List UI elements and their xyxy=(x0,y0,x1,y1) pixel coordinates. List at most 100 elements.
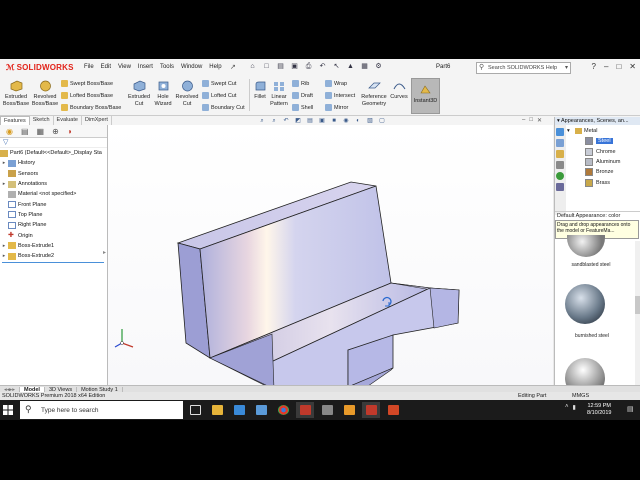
photos-app-icon[interactable] xyxy=(252,402,270,418)
status-units[interactable]: MMGS xyxy=(572,392,589,400)
file-properties-icon[interactable]: ▦ xyxy=(360,62,369,71)
configuration-manager-icon[interactable]: ▦ xyxy=(37,127,45,136)
options-icon[interactable]: ⚙ xyxy=(374,62,383,71)
edit-appearance-icon[interactable]: ◐ xyxy=(354,117,362,125)
open-icon[interactable]: ▤ xyxy=(276,62,285,71)
menu-insert[interactable]: Insert xyxy=(138,64,153,70)
tab-sketch[interactable]: Sketch xyxy=(30,116,54,125)
tray-overflow-icon[interactable]: ˄ xyxy=(565,404,569,411)
draft-button[interactable]: Draft xyxy=(292,92,313,99)
tree-item-front-plane[interactable]: Front Plane xyxy=(0,199,107,209)
expand-arrow-icon[interactable]: ▸ xyxy=(0,181,8,187)
expand-icon[interactable]: ▾ xyxy=(557,118,560,124)
menu-tools[interactable]: Tools xyxy=(160,64,174,70)
3d-model-part[interactable] xyxy=(176,181,460,401)
linear-pattern-button[interactable]: Linear Pattern xyxy=(269,79,289,107)
curves-button[interactable]: Curves xyxy=(388,79,410,101)
sandblasted-steel-thumbnail[interactable] xyxy=(567,235,605,257)
view-orientation-icon[interactable]: ▣ xyxy=(318,117,326,125)
minimize-icon[interactable]: – xyxy=(604,62,608,71)
file-explorer-icon[interactable] xyxy=(556,150,564,158)
gallery-scrollbar[interactable] xyxy=(635,241,640,389)
tree-item-history[interactable]: ▸ History xyxy=(0,158,107,168)
chrome-app-icon[interactable] xyxy=(274,402,292,418)
taskbar-search-box[interactable]: ⚲ Type here to search xyxy=(20,401,183,419)
fillet-button[interactable]: Fillet xyxy=(251,79,269,101)
extruded-cut-button[interactable]: Extruded Cut xyxy=(125,79,153,107)
material-aluminum[interactable]: Aluminum xyxy=(567,157,640,167)
sketchup-app-icon[interactable] xyxy=(340,402,358,418)
design-library-icon[interactable] xyxy=(556,139,564,147)
solidworks-logo[interactable]: ℳ SOLIDWORKS xyxy=(6,62,74,73)
pin-icon[interactable]: ↗ xyxy=(230,63,236,71)
mail-app-icon[interactable] xyxy=(230,402,248,418)
filter-icon[interactable]: ▽ xyxy=(0,138,107,148)
view-settings-icon[interactable]: ▢ xyxy=(378,117,386,125)
material-brass[interactable]: Brass xyxy=(567,177,640,187)
windows-start-icon[interactable] xyxy=(3,405,13,415)
wrap-button[interactable]: Wrap xyxy=(325,80,347,87)
zoom-to-fit-icon[interactable]: ⌕ xyxy=(258,117,266,125)
help-search-box[interactable]: ⚲ Search SOLIDWORKS Help ▾ xyxy=(476,62,571,74)
feature-tree-icon[interactable]: ◉ xyxy=(6,127,13,136)
tree-item-sensors[interactable]: Sensors xyxy=(0,169,107,179)
hole-wizard-button[interactable]: Hole Wizard xyxy=(151,79,175,107)
collapse-arrow-icon[interactable]: ▾ xyxy=(567,128,575,134)
expand-arrow-icon[interactable]: ▸ xyxy=(0,243,8,249)
save-icon[interactable]: ▣ xyxy=(290,62,299,71)
tree-item-top-plane[interactable]: Top Plane xyxy=(0,210,107,220)
extruded-boss-button[interactable]: Extruded Boss/Base xyxy=(2,79,30,107)
material-steel[interactable]: Steel xyxy=(567,136,640,146)
tree-item-right-plane[interactable]: Right Plane xyxy=(0,220,107,230)
viewport-close-icon[interactable]: ✕ xyxy=(537,117,542,124)
solidworks-2-app-icon[interactable] xyxy=(362,402,380,418)
tab-features[interactable]: Features xyxy=(0,116,30,125)
print-icon[interactable]: ⎙ xyxy=(304,62,313,71)
instant3d-button[interactable]: Instant3D xyxy=(411,78,440,114)
property-manager-icon[interactable]: ▤ xyxy=(21,127,29,136)
dynamic-annotation-icon[interactable]: ▤ xyxy=(306,117,314,125)
select-icon[interactable]: ↖ xyxy=(332,62,341,71)
tree-item-material[interactable]: Material <not specified> xyxy=(0,189,107,199)
taskbar-clock[interactable]: 12:59 PM 8/10/2019 xyxy=(587,403,611,417)
action-center-icon[interactable]: ▤ xyxy=(627,405,636,414)
tree-item-boss-extrude1[interactable]: ▸ Boss-Extrude1 xyxy=(0,241,107,251)
expand-arrow-icon[interactable]: ▸ xyxy=(0,253,8,259)
viewport-restore-icon[interactable]: □ xyxy=(529,117,533,124)
tab-dimxpert[interactable]: DimXpert xyxy=(82,116,112,125)
shell-button[interactable]: Shell xyxy=(292,104,313,111)
hide-show-items-icon[interactable]: ◉ xyxy=(342,117,350,125)
solidworks-app-icon[interactable] xyxy=(296,402,314,418)
task-view-icon[interactable] xyxy=(186,402,204,418)
menu-window[interactable]: Window xyxy=(181,64,202,70)
settings-app-icon[interactable] xyxy=(318,402,336,418)
menu-view[interactable]: View xyxy=(118,64,131,70)
viewport-minimize-icon[interactable]: – xyxy=(522,117,525,124)
menu-file[interactable]: File xyxy=(84,64,94,70)
boundary-cut-button[interactable]: Boundary Cut xyxy=(202,104,245,111)
lofted-boss-button[interactable]: Lofted Boss/Base xyxy=(61,92,113,99)
collapse-panel-icon[interactable]: ▸ xyxy=(103,249,106,256)
rollback-bar[interactable] xyxy=(2,262,104,263)
apply-scene-icon[interactable]: ▧ xyxy=(366,117,374,125)
graphics-area[interactable] xyxy=(108,125,553,401)
swept-boss-button[interactable]: Swept Boss/Base xyxy=(61,80,113,87)
search-input[interactable]: Search SOLIDWORKS Help xyxy=(488,65,557,71)
powerpoint-app-icon[interactable] xyxy=(384,402,402,418)
appearances-icon[interactable] xyxy=(556,172,564,180)
tree-item-origin[interactable]: ✚ Origin xyxy=(0,230,107,240)
lofted-cut-button[interactable]: Lofted Cut xyxy=(202,92,236,99)
solidworks-resources-icon[interactable] xyxy=(556,128,564,136)
material-chrome[interactable]: Chrome xyxy=(567,147,640,157)
section-view-icon[interactable]: ◩ xyxy=(294,117,302,125)
tree-item-boss-extrude2[interactable]: ▸ Boss-Extrude2 xyxy=(0,251,107,261)
help-icon[interactable]: ? xyxy=(592,62,596,71)
view-palette-icon[interactable] xyxy=(556,161,564,169)
file-explorer-app-icon[interactable] xyxy=(208,402,226,418)
restore-icon[interactable]: □ xyxy=(616,62,621,71)
close-icon[interactable]: ✕ xyxy=(629,62,636,71)
undo-icon[interactable]: ↶ xyxy=(318,62,327,71)
tree-item-annotations[interactable]: ▸ Annotations xyxy=(0,179,107,189)
menu-edit[interactable]: Edit xyxy=(101,64,111,70)
burnished-steel-thumbnail[interactable] xyxy=(565,284,605,324)
